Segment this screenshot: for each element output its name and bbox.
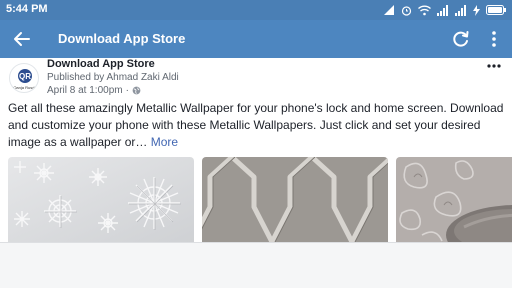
app-bar: Download App Store [0,20,512,58]
arrow-left-icon[interactable] [12,29,32,49]
battery-icon [486,5,506,15]
cell-signal-icon [437,4,448,16]
page-name[interactable]: Download App Store [47,58,155,70]
post-meta: April 8 at 1:00pm · [47,85,141,96]
wallpaper-snowflakes[interactable] [8,157,194,242]
meta-separator: · [125,85,129,96]
cell-signal-icon [455,4,466,16]
post-date[interactable]: April 8 at 1:00pm [47,85,123,96]
refresh-icon[interactable] [451,29,471,49]
signal-icon [384,5,394,15]
publisher-line: Published by Ahmad Zaki Aldi [47,72,179,83]
post-text: Get all these amazingly Metallic Wallpap… [8,100,506,151]
more-vertical-icon[interactable] [486,29,502,49]
status-bar: 5:44 PM [0,0,512,20]
charging-icon [473,4,480,16]
post-body: Get all these amazingly Metallic Wallpap… [8,101,504,149]
alarm-icon [401,5,412,16]
feed-background [0,242,512,288]
wallpaper-lattice[interactable] [202,157,388,242]
more-link[interactable]: More [151,135,178,149]
app-bar-title: Download App Store [58,31,186,46]
page-avatar[interactable]: QR Qanja Rusda [9,63,39,93]
wifi-icon [418,5,431,15]
avatar-logo-caption: Qanja Rusda [13,85,37,90]
post-card: QR Qanja Rusda Download App Store Publis… [0,58,512,242]
status-time: 5:44 PM [6,3,48,15]
page-logo: QR Qanja Rusda [13,69,37,90]
status-icons [383,3,506,17]
post-images [8,157,512,242]
avatar-logo-text: QR [19,72,31,81]
globe-icon [132,86,141,95]
more-horizontal-icon[interactable] [486,60,502,72]
wallpaper-damask[interactable] [396,157,512,242]
